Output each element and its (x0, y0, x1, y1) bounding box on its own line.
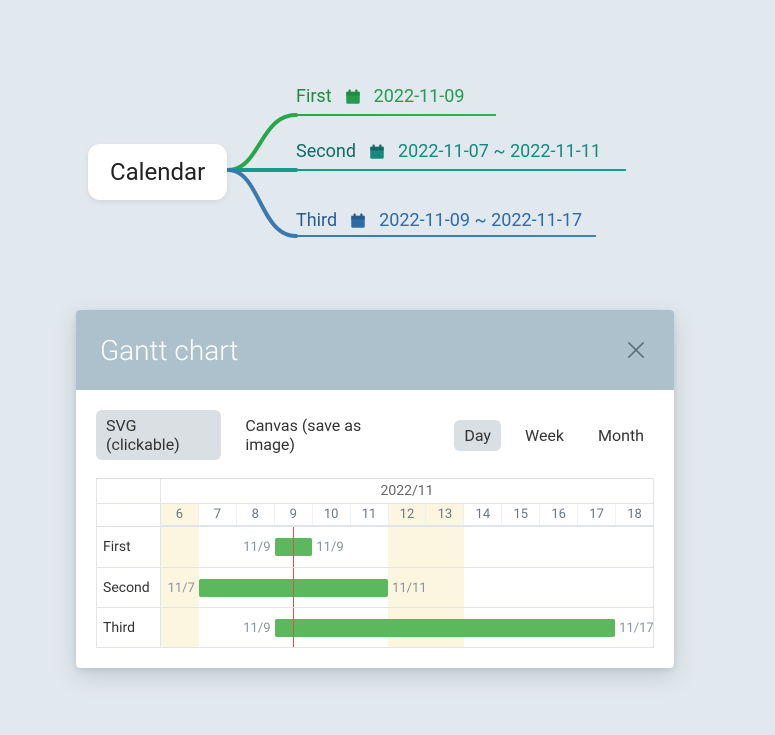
branch-second[interactable]: Second 2022-11-07 ~ 2022-11-11 (296, 141, 601, 162)
gantt-day-cell: 10 (312, 504, 350, 525)
gantt-row-name: Third (97, 608, 161, 647)
gantt-bar-start-label: 11/9 (243, 619, 270, 637)
branch-date: 2022-11-07 ~ 2022-11-11 (398, 141, 601, 162)
gantt-chart: 2022/11 6789101112131415161718 First11/9… (96, 478, 654, 648)
branch-date: 2022-11-09 (374, 86, 465, 107)
branch-underline-second (296, 169, 626, 171)
gantt-day-cell: 16 (539, 504, 577, 525)
gantt-day-cell: 15 (501, 504, 539, 525)
render-tab-canvas[interactable]: Canvas (save as image) (235, 410, 420, 460)
gantt-row-name: Second (97, 568, 161, 607)
gantt-month-label: 2022/11 (161, 479, 653, 503)
gantt-day-cell: 11 (350, 504, 388, 525)
gantt-day-header: 6789101112131415161718 (161, 504, 653, 526)
zoom-tab-day[interactable]: Day (454, 420, 501, 451)
gantt-bar-end-label: 11/17 (619, 619, 654, 637)
calendar-icon (368, 143, 386, 161)
panel-header: Gantt chart (76, 310, 674, 390)
gantt-track: 11/9 11/17 (161, 608, 653, 647)
root-label: Calendar (110, 158, 205, 186)
branch-label: First (296, 86, 332, 107)
gantt-body: First11/911/9Second11/711/11Third11/911/… (97, 527, 653, 647)
gantt-row: Third 11/9 11/17 (97, 607, 653, 647)
gantt-day-cell: 8 (236, 504, 274, 525)
today-line (293, 608, 294, 647)
branch-date: 2022-11-09 ~ 2022-11-17 (379, 210, 582, 231)
gantt-row: First 11/9 11/9 (97, 527, 653, 567)
gantt-track: 11/9 11/9 (161, 527, 653, 567)
branch-underline-third (296, 235, 596, 237)
gantt-bar[interactable] (275, 619, 616, 637)
gantt-day-cell: 14 (463, 504, 501, 525)
gantt-row-name: First (97, 527, 161, 567)
gantt-bar-start-label: 11/7 (168, 579, 195, 597)
branch-first[interactable]: First 2022-11-09 (296, 86, 465, 107)
mindmap: Calendar First 2022-11-09 Second 2022-11… (0, 0, 775, 300)
zoom-tab-week[interactable]: Week (515, 420, 574, 451)
calendar-icon (349, 212, 367, 230)
gantt-corner2 (97, 504, 161, 526)
calendar-icon (344, 88, 362, 106)
gantt-bar-end-label: 11/9 (316, 538, 343, 556)
gantt-bar-start-label: 11/9 (243, 538, 270, 556)
weekend-bg (388, 527, 426, 567)
gantt-day-cell: 17 (577, 504, 615, 525)
gantt-panel: Gantt chart SVG (clickable) Canvas (save… (76, 310, 674, 668)
root-node[interactable]: Calendar (88, 144, 227, 200)
weekend-bg (426, 527, 464, 567)
branch-third[interactable]: Third 2022-11-09 ~ 2022-11-17 (296, 210, 582, 231)
today-line (293, 527, 294, 567)
weekend-bg (161, 527, 199, 567)
panel-title: Gantt chart (100, 334, 238, 367)
today-line (293, 568, 294, 607)
weekend-bg (161, 608, 199, 647)
close-icon[interactable] (622, 336, 650, 364)
gantt-corner (97, 479, 161, 503)
gantt-day-cell: 9 (274, 504, 312, 525)
gantt-day-cell: 6 (161, 504, 198, 525)
gantt-track: 11/7 11/11 (161, 568, 653, 607)
zoom-tab-month[interactable]: Month (588, 420, 654, 451)
toolbar: SVG (clickable) Canvas (save as image) D… (96, 410, 654, 460)
gantt-day-cell: 18 (615, 504, 653, 525)
gantt-day-cell: 7 (198, 504, 236, 525)
branch-underline-first (296, 114, 496, 116)
gantt-day-cell: 12 (388, 504, 426, 525)
gantt-row: Second 11/7 11/11 (97, 567, 653, 607)
branch-label: Second (296, 141, 356, 162)
branch-label: Third (296, 210, 337, 231)
gantt-bar-end-label: 11/11 (392, 579, 427, 597)
render-tab-svg[interactable]: SVG (clickable) (96, 410, 221, 460)
weekend-bg (426, 568, 464, 607)
gantt-day-cell: 13 (425, 504, 463, 525)
